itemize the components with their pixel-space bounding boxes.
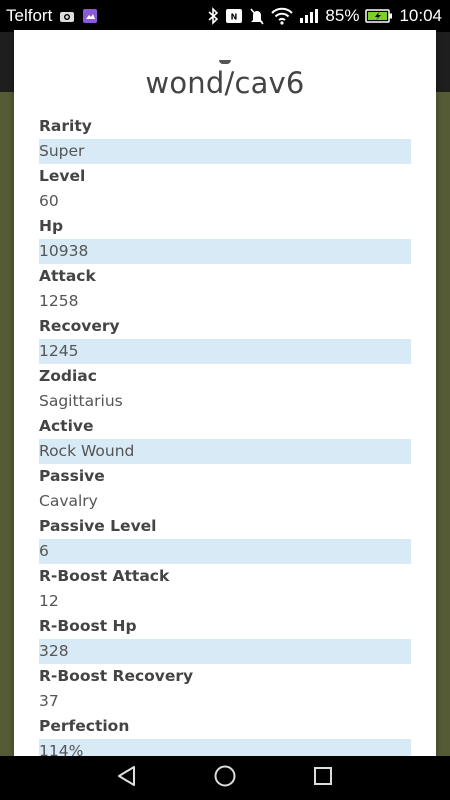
property-value: 328 — [39, 639, 411, 664]
svg-text:N: N — [231, 13, 238, 22]
property-label: Hp — [39, 217, 64, 235]
scroll-indicator — [219, 60, 231, 64]
property-value: Rock Wound — [39, 439, 411, 464]
gallery-icon — [82, 8, 98, 24]
property-label: Passive Level — [39, 517, 157, 535]
property-value: 60 — [39, 192, 59, 210]
property-label: R-Boost Recovery — [39, 667, 194, 685]
property-value: 37 — [39, 692, 59, 710]
property-active: Active Rock Wound — [39, 414, 411, 464]
property-value: 114% — [39, 739, 411, 756]
property-label: Level — [39, 167, 86, 185]
modal-title: wond/cav6 — [145, 66, 305, 100]
property-label: R-Boost Attack — [39, 567, 170, 585]
property-label: Passive — [39, 467, 105, 485]
property-value: 6 — [39, 539, 411, 564]
home-button[interactable] — [205, 758, 245, 798]
property-value: Super — [39, 139, 411, 164]
property-label: Zodiac — [39, 367, 97, 385]
property-r-boost-hp: R-Boost Hp 328 — [39, 614, 411, 664]
property-hp: Hp 10938 — [39, 214, 411, 264]
property-value: 10938 — [39, 239, 411, 264]
property-label: Active — [39, 417, 94, 435]
property-list: Rarity Super Level 60 Hp 10938 Attack 12… — [39, 114, 411, 756]
clock: 10:04 — [399, 6, 442, 25]
property-zodiac: Zodiac Sagittarius — [39, 364, 411, 414]
property-label: Perfection — [39, 717, 130, 735]
battery-percent: 85% — [325, 6, 360, 25]
property-perfection: Perfection 114% — [39, 714, 411, 756]
nfc-icon: N — [225, 8, 243, 24]
property-label: Attack — [39, 267, 96, 285]
property-level: Level 60 — [39, 164, 411, 214]
status-left: Telfort — [6, 6, 98, 26]
navigation-bar — [0, 756, 450, 800]
detail-modal: wond/cav6 Rarity Super Level 60 Hp 10938… — [14, 30, 436, 756]
wifi-icon — [271, 7, 294, 25]
property-recovery: Recovery 1245 — [39, 314, 411, 364]
battery-icon — [365, 8, 393, 24]
back-icon — [115, 764, 139, 792]
signal-icon — [299, 8, 319, 24]
property-passive: Passive Cavalry — [39, 464, 411, 514]
property-label: Rarity — [39, 117, 92, 135]
carrier-name: Telfort — [6, 6, 53, 25]
recents-icon — [311, 764, 335, 792]
status-bar: Telfort N 85% 10:04 — [0, 0, 450, 32]
property-value: 1245 — [39, 339, 411, 364]
camera-icon — [59, 9, 75, 23]
property-value: Cavalry — [39, 492, 98, 510]
bluetooth-icon — [207, 7, 219, 25]
status-right: N 85% 10:04 — [207, 6, 442, 26]
property-value: Sagittarius — [39, 392, 123, 410]
property-value: 12 — [39, 592, 59, 610]
back-button[interactable] — [107, 758, 147, 798]
recents-button[interactable] — [303, 758, 343, 798]
property-r-boost-attack: R-Boost Attack 12 — [39, 564, 411, 614]
property-value: 1258 — [39, 292, 79, 310]
home-icon — [213, 764, 237, 792]
mute-icon — [249, 7, 265, 25]
property-attack: Attack 1258 — [39, 264, 411, 314]
property-label: Recovery — [39, 317, 120, 335]
property-rarity: Rarity Super — [39, 114, 411, 164]
property-r-boost-recovery: R-Boost Recovery 37 — [39, 664, 411, 714]
property-label: R-Boost Hp — [39, 617, 137, 635]
property-passive-level: Passive Level 6 — [39, 514, 411, 564]
